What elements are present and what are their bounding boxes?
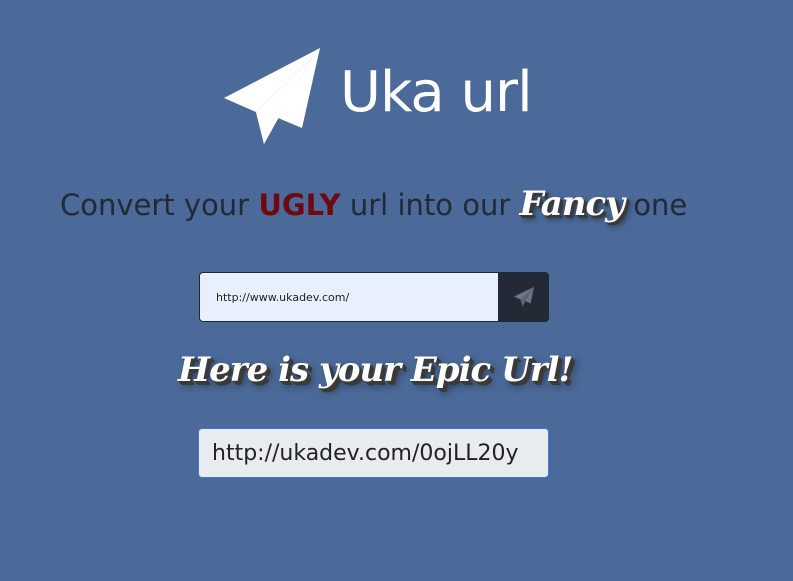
- submit-button[interactable]: [498, 272, 549, 322]
- tagline-ugly: UGLY: [258, 188, 341, 222]
- paper-plane-icon: [513, 287, 534, 307]
- url-input[interactable]: [199, 272, 498, 322]
- tagline-text-1: Convert your: [60, 188, 259, 222]
- tagline: Convert your UGLY url into our Fancy one: [60, 176, 687, 233]
- brand: Uka url: [220, 44, 533, 148]
- tagline-text-3: one: [624, 188, 688, 222]
- short-url-field[interactable]: [198, 428, 549, 478]
- shorten-form: [199, 272, 549, 322]
- result-heading: Here is your Epic Url!: [178, 350, 573, 390]
- app-title: Uka url: [340, 60, 533, 125]
- tagline-text-2: url into our: [340, 188, 520, 222]
- paper-plane-icon: [224, 48, 320, 144]
- tagline-fancy: Fancy: [519, 184, 625, 224]
- page: Uka url Convert your UGLY url into our F…: [0, 0, 793, 581]
